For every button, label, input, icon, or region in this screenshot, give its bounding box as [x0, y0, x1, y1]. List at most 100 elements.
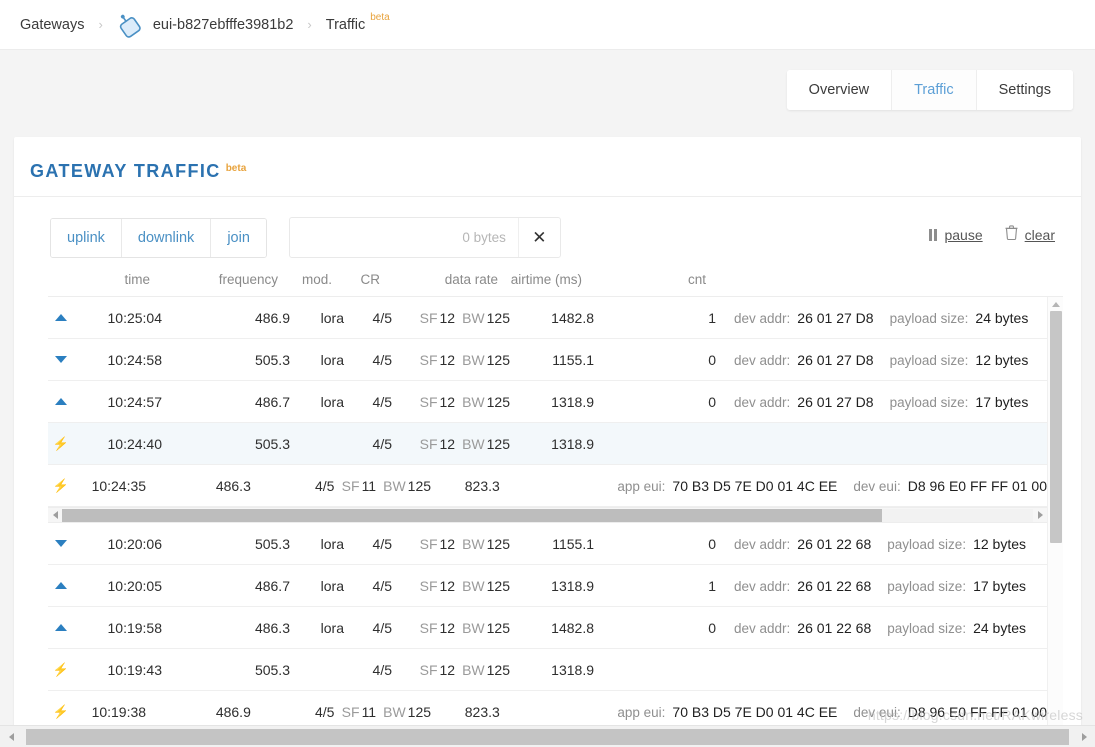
- filter-downlink-button[interactable]: downlink: [121, 218, 212, 257]
- app-eui-value: 70 B3 D5 7E D0 01 4C EE: [672, 477, 838, 494]
- page-scroll-right-arrow-icon[interactable]: [1073, 732, 1095, 741]
- dev-addr-field: dev addr: 26 01 22 68: [734, 536, 871, 552]
- breadcrumb-beta-badge: beta: [370, 12, 390, 23]
- gateway-icon: [117, 12, 143, 38]
- triangle-down-icon: [48, 356, 74, 363]
- cell-cr: 4/5: [372, 393, 392, 410]
- bolt-green-icon: ⚡: [52, 436, 70, 451]
- dev-addr-value: 26 01 22 68: [797, 535, 872, 552]
- breadcrumb-section[interactable]: Traffic: [326, 17, 365, 33]
- dev-addr-label: dev addr:: [734, 310, 791, 326]
- cell-cr: 4/5: [372, 435, 392, 452]
- table-row[interactable]: 10:19:58 486.3 lora 4/5 SF 12 BW 125 1482.8 0 dev …: [48, 607, 1047, 649]
- dev-eui-field: dev eui: D8 96 E0 FF FF 01 00: [853, 704, 1047, 720]
- payload-size-field: payload size: 12 bytes: [890, 352, 1029, 368]
- page-scroll-left-arrow-icon[interactable]: [0, 732, 22, 741]
- gateway-traffic-card: GATEWAY TRAFFIC beta uplink downlink joi…: [14, 137, 1081, 747]
- horizontal-scrollbar-track[interactable]: [62, 508, 1033, 522]
- page-scrollbar-track[interactable]: [22, 728, 1073, 745]
- traffic-toolbar: uplink downlink join ✕ pause: [14, 197, 1081, 258]
- cell-airtime: 1318.9: [551, 435, 594, 452]
- cell-airtime: 823.3: [464, 703, 500, 720]
- cell-mod: lora: [320, 535, 344, 552]
- traffic-table-header: time frequency mod. CR data rate airtime…: [62, 258, 1047, 296]
- cell-airtime: 1318.9: [551, 661, 594, 678]
- table-vertical-scrollbar[interactable]: [1047, 297, 1063, 739]
- bolt-green-icon: ⚡: [52, 662, 70, 677]
- tab-settings[interactable]: Settings: [976, 70, 1073, 110]
- filter-button-group: uplink downlink join: [50, 217, 267, 258]
- dev-eui-value: D8 96 E0 FF FF 01 00: [907, 477, 1047, 494]
- tab-overview[interactable]: Overview: [786, 70, 893, 110]
- page-title-beta-badge: beta: [225, 163, 247, 174]
- breadcrumb-gateway-id[interactable]: eui-b827ebfffe3981b2: [153, 17, 294, 33]
- cell-data-rate: SF 12 BW 125: [419, 435, 510, 452]
- table-row[interactable]: 10:20:06 505.3 lora 4/5 SF 12 BW 125 1155.1 0 dev …: [48, 523, 1047, 565]
- search-input[interactable]: [289, 218, 518, 257]
- vertical-scrollbar-thumb[interactable]: [1050, 311, 1062, 543]
- pause-button[interactable]: pause: [929, 227, 983, 243]
- dev-eui-value: D8 96 E0 FF FF 01 00: [907, 703, 1047, 720]
- dev-addr-field: dev addr: 26 01 22 68: [734, 620, 871, 636]
- page-title-text: GATEWAY TRAFFIC: [30, 161, 221, 181]
- cell-airtime: 1482.8: [551, 619, 594, 636]
- dev-addr-label: dev addr:: [734, 620, 791, 636]
- pause-label: pause: [944, 227, 983, 243]
- table-row[interactable]: 10:25:04 486.9 lora 4/5 SF 12 BW 125 1482.8 1 dev …: [48, 297, 1047, 339]
- column-header-data-rate: data rate: [444, 272, 498, 287]
- triangle-down-icon: [48, 540, 74, 547]
- cell-cr: 4/5: [372, 619, 392, 636]
- cell-airtime: 1155.1: [552, 535, 594, 552]
- cell-cnt: 1: [708, 309, 716, 326]
- breadcrumb-bar: Gateways › eui-b827ebfffe3981b2 › Traffi…: [0, 0, 1095, 50]
- cell-data-rate: SF 12 BW 125: [419, 535, 510, 552]
- column-header-cnt: cnt: [687, 272, 706, 287]
- table-row[interactable]: ⚡ 10:19:43 505.3 4/5 SF 12 BW 125 1318.9: [48, 649, 1047, 691]
- scroll-up-arrow-icon[interactable]: [1048, 297, 1063, 311]
- app-eui-label: app eui:: [617, 704, 666, 720]
- filter-uplink-button[interactable]: uplink: [51, 218, 122, 257]
- table-row[interactable]: 10:24:57 486.7 lora 4/5 SF 12 BW 125 1318.9 0 dev …: [48, 381, 1047, 423]
- cell-cr: 4/5: [314, 477, 335, 494]
- cell-airtime: 1318.9: [551, 393, 594, 410]
- cell-frequency: 486.9: [254, 309, 290, 326]
- horizontal-scrollbar-thumb[interactable]: [62, 508, 883, 522]
- dev-addr-label: dev addr:: [734, 352, 791, 368]
- payload-size-field: payload size: 17 bytes: [887, 578, 1026, 594]
- cell-time: 10:19:58: [107, 619, 163, 636]
- clear-button[interactable]: clear: [1005, 225, 1055, 245]
- cell-cnt: 0: [708, 535, 716, 552]
- app-eui-field: app eui: 70 B3 D5 7E D0 01 4C EE: [617, 704, 837, 720]
- scroll-right-arrow-icon[interactable]: [1033, 511, 1047, 519]
- column-header-cr: CR: [360, 272, 381, 287]
- cell-mod: lora: [320, 351, 344, 368]
- page-scrollbar-thumb[interactable]: [26, 728, 1069, 745]
- cell-frequency: 486.3: [254, 619, 290, 636]
- cell-data-rate: SF 11 BW 125: [341, 477, 432, 494]
- table-row[interactable]: 10:24:58 505.3 lora 4/5 SF 12 BW 125 1155.1 0 dev …: [48, 339, 1047, 381]
- table-row[interactable]: 10:20:05 486.7 lora 4/5 SF 12 BW 125 1318.9 1 dev …: [48, 565, 1047, 607]
- dev-addr-value: 26 01 22 68: [797, 577, 872, 594]
- filter-join-button[interactable]: join: [211, 218, 266, 257]
- trash-icon: [1005, 225, 1018, 245]
- tab-traffic[interactable]: Traffic: [892, 70, 977, 110]
- page-horizontal-scrollbar[interactable]: [0, 725, 1095, 747]
- scroll-left-arrow-icon[interactable]: [48, 511, 62, 519]
- cell-cr: 4/5: [372, 577, 392, 594]
- cell-cr: 4/5: [372, 535, 392, 552]
- cell-frequency: 505.3: [254, 535, 290, 552]
- table-row[interactable]: ⚡ 10:24:35 486.3 4/5 SF 11 BW 125 823.3 app eui: 7…: [48, 465, 1047, 507]
- cell-mod: lora: [320, 577, 344, 594]
- page-root: Gateways › eui-b827ebfffe3981b2 › Traffi…: [0, 0, 1095, 747]
- cell-cnt: 1: [708, 577, 716, 594]
- dev-addr-field: dev addr: 26 01 27 D8: [734, 310, 874, 326]
- breadcrumb-gateways-link[interactable]: Gateways: [20, 17, 84, 33]
- table-horizontal-scrollbar[interactable]: [48, 507, 1047, 523]
- payload-size-label: payload size:: [889, 352, 969, 368]
- table-row[interactable]: ⚡ 10:24:40 505.3 4/5 SF 12 BW 125 1318.9: [48, 423, 1047, 465]
- close-icon[interactable]: ✕: [517, 218, 560, 257]
- cell-time: 10:20:06: [107, 535, 163, 552]
- cell-airtime: 823.3: [464, 477, 500, 494]
- payload-size-label: payload size:: [889, 394, 969, 410]
- cell-time: 10:24:40: [107, 435, 163, 452]
